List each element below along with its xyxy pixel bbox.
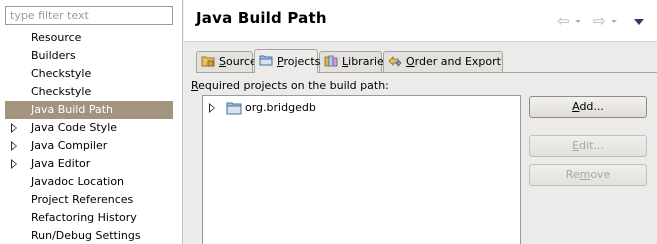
- tree-item-label: Project References: [31, 193, 134, 206]
- tree-item-label: Resource: [31, 31, 82, 44]
- tree-item-label: Javadoc Location: [31, 175, 125, 188]
- tree-item-java-build-path[interactable]: Java Build Path: [5, 101, 173, 119]
- expand-triangle-icon[interactable]: [11, 123, 17, 133]
- page-title: Java Build Path: [196, 9, 327, 27]
- tree-item-checkstyle[interactable]: Checkstyle: [5, 65, 173, 83]
- project-name: org.bridgedb: [245, 101, 316, 114]
- tree-item-label: Java Compiler: [31, 139, 108, 152]
- tree-item-label: Java Editor: [31, 157, 91, 170]
- tree-item-refactoring-history[interactable]: Refactoring History: [5, 209, 173, 227]
- tree-item-java-compiler[interactable]: Java Compiler: [5, 137, 173, 155]
- libraries-icon: [324, 55, 338, 67]
- expand-triangle-icon[interactable]: [11, 159, 17, 169]
- tree-item-label: Run/Debug Settings: [31, 229, 141, 242]
- tree-item-label: Checkstyle: [31, 85, 92, 98]
- property-tree-pane: Resource Builders Checkstyle Checkstyle …: [0, 0, 183, 244]
- tab-projects[interactable]: Projects: [254, 49, 321, 73]
- expand-triangle-icon[interactable]: [11, 141, 17, 151]
- tab-source[interactable]: Source: [196, 51, 257, 72]
- filter-input[interactable]: [5, 6, 173, 25]
- project-folder-icon: [226, 102, 242, 115]
- tab-label: Order and Export: [406, 55, 501, 68]
- tab-label: Source: [219, 55, 257, 68]
- tree-item-label: Java Build Path: [31, 103, 114, 116]
- tree-item-builders[interactable]: Builders: [5, 47, 173, 65]
- tree-item-label: Builders: [31, 49, 76, 62]
- tree-item-project-references[interactable]: Project References: [5, 191, 173, 209]
- page-header: Java Build Path ⇦ ⇨: [184, 0, 657, 42]
- forward-arrow-icon[interactable]: ⇨: [593, 13, 621, 29]
- tree-item-label: Java Code Style: [31, 121, 118, 134]
- project-folder-icon: [259, 55, 273, 66]
- list-item[interactable]: org.bridgedb: [207, 100, 316, 116]
- tree-item-checkstyle-2[interactable]: Checkstyle: [5, 83, 173, 101]
- property-tree: Resource Builders Checkstyle Checkstyle …: [5, 29, 173, 244]
- required-projects-list[interactable]: org.bridgedb: [202, 95, 521, 244]
- tab-label: Projects: [277, 55, 321, 68]
- view-menu-icon[interactable]: [634, 19, 644, 25]
- expand-triangle-icon[interactable]: [209, 103, 215, 113]
- tree-item-java-editor[interactable]: Java Editor: [5, 155, 173, 173]
- tree-item-label: Refactoring History: [31, 211, 137, 224]
- source-folder-icon: [201, 56, 215, 67]
- tree-item-javadoc-location[interactable]: Javadoc Location: [5, 173, 173, 191]
- remove-button[interactable]: Remove: [529, 164, 647, 186]
- edit-button[interactable]: Edit...: [529, 135, 647, 157]
- tab-order-and-export[interactable]: Order and Export: [383, 51, 503, 72]
- add-button[interactable]: Add...: [529, 96, 647, 118]
- back-arrow-icon[interactable]: ⇦: [557, 13, 585, 29]
- tree-item-run-debug-settings[interactable]: Run/Debug Settings: [5, 227, 173, 244]
- tree-item-label: Checkstyle: [31, 67, 92, 80]
- tree-item-resource[interactable]: Resource: [5, 29, 173, 47]
- order-export-icon: [388, 56, 402, 67]
- property-page: Java Build Path ⇦ ⇨ Source Projects Libr…: [184, 0, 657, 244]
- required-projects-label: Required projects on the build path:: [191, 79, 389, 92]
- tree-item-java-code-style[interactable]: Java Code Style: [5, 119, 173, 137]
- tab-libraries[interactable]: Libraries: [319, 51, 390, 72]
